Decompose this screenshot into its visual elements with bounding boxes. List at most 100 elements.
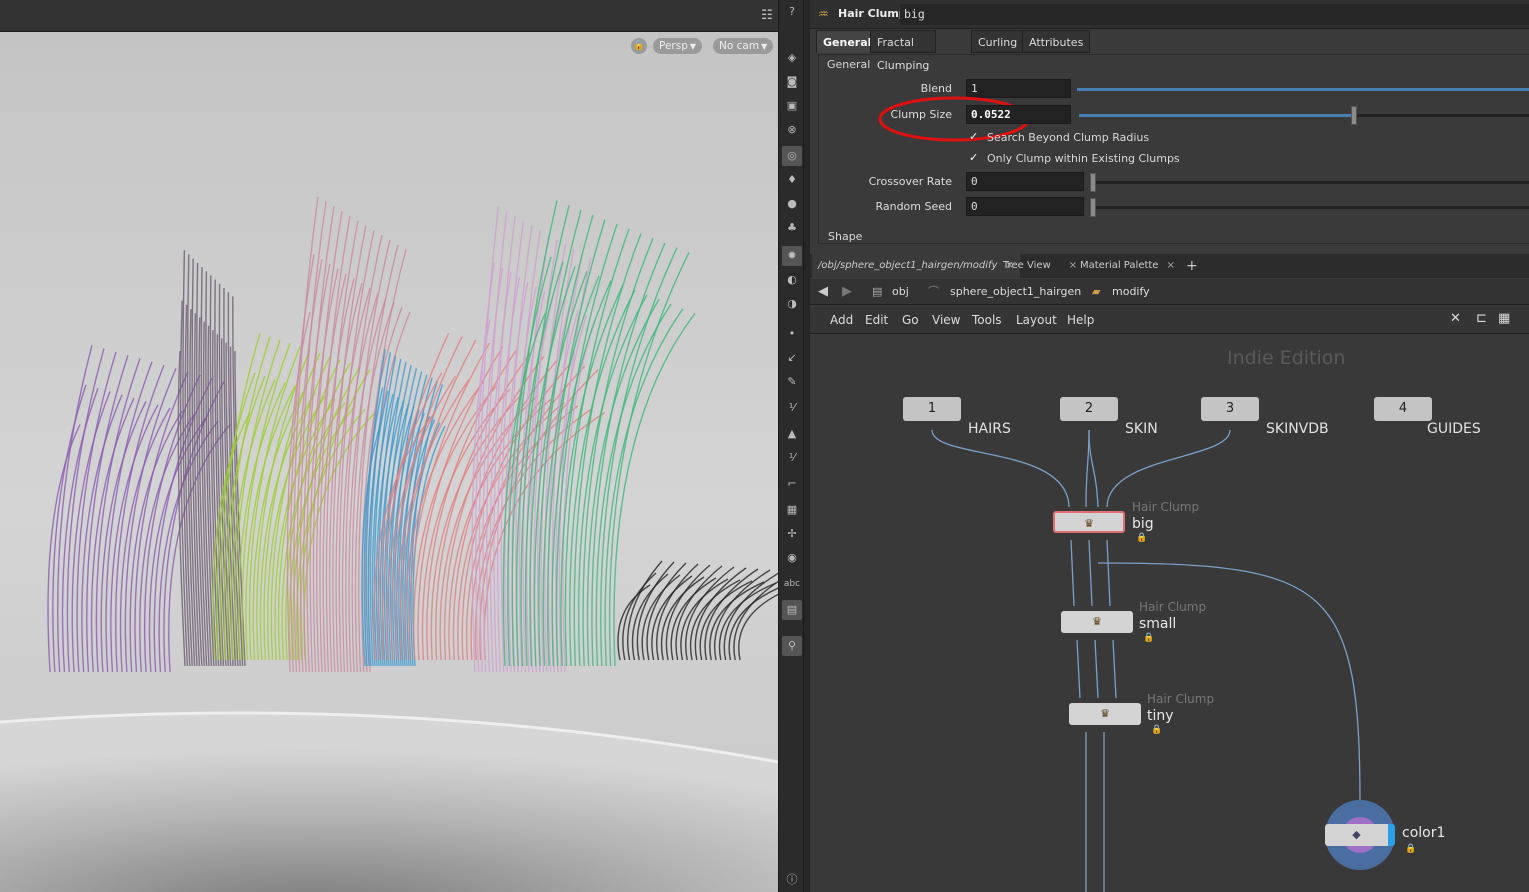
tab-attributes[interactable]: Attributes <box>1022 30 1091 53</box>
menu-layout[interactable]: Layout <box>1016 313 1057 327</box>
parameter-pane: ♒ Hair Clump big General Fractal Clumpin… <box>810 0 1529 252</box>
tree-icon[interactable]: ⊏ <box>1476 311 1487 326</box>
input-1-box[interactable]: 1 <box>903 397 961 421</box>
bulb-icon[interactable]: ● <box>782 194 802 214</box>
camera-menu-button[interactable]: No cam ▼ <box>713 38 774 54</box>
crossover-rate-slider[interactable] <box>1090 173 1529 192</box>
node-type-label: Hair Clump <box>1132 500 1200 514</box>
viewport-lock-icon[interactable]: 🔓 <box>631 38 647 54</box>
geo-b-icon[interactable]: ◑ <box>782 294 802 314</box>
clump-size-slider-knob[interactable] <box>1351 106 1358 125</box>
image-icon[interactable]: ▤ <box>782 600 802 620</box>
random-seed-slider[interactable] <box>1090 198 1529 217</box>
shape-folder-label[interactable]: Shape <box>828 230 862 243</box>
input-3-box[interactable]: 3 <box>1201 397 1259 421</box>
node-hair-clump-big[interactable]: ♛ <box>1053 511 1125 533</box>
pin-icon[interactable]: ⚲ <box>782 636 802 656</box>
brush-icon[interactable]: ✎ <box>782 372 802 392</box>
hairgen-icon: ⌒ <box>928 285 939 298</box>
network-menu-bar: Add Edit Go View Tools Layout Help ✕ ⊏ ▦ <box>810 307 1529 334</box>
forward-icon[interactable]: ▶ <box>842 283 852 301</box>
input-1-label: HAIRS <box>968 421 1011 437</box>
grid-icon[interactable]: ▦ <box>782 500 802 520</box>
ring-icon[interactable]: ◉ <box>782 548 802 568</box>
hair-render-canvas[interactable] <box>0 32 778 892</box>
node-name-field[interactable]: big <box>900 4 1529 25</box>
node-graph-canvas[interactable]: Indie Edition 1 HAIRS 2 SKIN 3 SKINVDB 4… <box>810 335 1529 892</box>
point-icon[interactable]: ↙ <box>782 348 802 368</box>
lock-icon[interactable]: 🔒 <box>1405 844 1416 854</box>
input-4-box[interactable]: 4 <box>1374 397 1432 421</box>
crossover-slider-knob[interactable] <box>1090 173 1096 192</box>
display-options-icon[interactable]: ☷ <box>758 7 776 25</box>
snap-icon[interactable]: ⊗ <box>782 120 802 140</box>
crossover-rate-field[interactable]: 0 <box>966 172 1084 191</box>
lock-icon[interactable]: 🔒 <box>1136 533 1147 543</box>
clump-size-slider[interactable] <box>1079 106 1529 125</box>
add-tab-button[interactable]: + <box>1180 254 1204 278</box>
camera-label: No cam <box>719 40 760 52</box>
paint-icon[interactable]: ▲ <box>782 424 802 444</box>
render-icon[interactable]: ✹ <box>782 246 802 266</box>
node-name-label[interactable]: small <box>1139 616 1176 632</box>
random-seed-slider-knob[interactable] <box>1090 198 1096 217</box>
input-2-box[interactable]: 2 <box>1060 397 1118 421</box>
modify-icon: ▰ <box>1092 285 1101 298</box>
back-icon[interactable]: ◀ <box>818 283 828 301</box>
color-icon: ◆ <box>1352 828 1361 841</box>
viewport-3d[interactable]: ☷ ? 🔓 Persp▼ No cam▼ <box>0 0 778 892</box>
view-icon[interactable]: ◈ <box>782 48 802 68</box>
node-hair-clump-small[interactable]: ♛ <box>1061 611 1133 633</box>
tab-modify-path[interactable]: /obj/sphere_object1_hairgen/modify × <box>812 254 1020 278</box>
num12-icon[interactable]: ⅟ <box>782 398 802 418</box>
lock-icon[interactable]: 🔒 <box>1143 633 1154 643</box>
menu-tools[interactable]: Tools <box>972 313 1002 327</box>
lights-icon[interactable]: ♣ <box>782 218 802 238</box>
menu-add[interactable]: Add <box>830 313 853 327</box>
lock-icon[interactable]: 🔒 <box>1151 725 1162 735</box>
menu-go[interactable]: Go <box>902 313 919 327</box>
chevron-down-icon: ▼ <box>761 42 768 51</box>
sheet-icon[interactable]: ▦ <box>1498 311 1510 326</box>
lock-icon[interactable]: ▣ <box>782 96 802 116</box>
dots-icon[interactable]: • <box>782 324 802 344</box>
wrench-icon[interactable]: ✕ <box>1450 311 1461 326</box>
node-hair-clump-tiny[interactable]: ♛ <box>1069 703 1141 725</box>
close-icon[interactable]: × <box>1166 260 1174 271</box>
search-beyond-checkbox[interactable]: ✓ <box>969 131 981 143</box>
tab-curling[interactable]: Curling <box>971 30 1025 53</box>
tab-tree-view[interactable]: Tree View × <box>997 254 1083 278</box>
node-color1[interactable]: ◆ <box>1325 824 1395 846</box>
node-name-label[interactable]: color1 <box>1402 825 1445 841</box>
light-icon[interactable]: ♦ <box>782 170 802 190</box>
node-type-label: Hair Clump <box>1147 692 1215 706</box>
path-modify[interactable]: modify <box>1112 283 1150 301</box>
help-icon[interactable]: ? <box>782 2 802 22</box>
node-name-label[interactable]: tiny <box>1147 708 1174 724</box>
input-2-label: SKIN <box>1125 421 1158 437</box>
path-obj[interactable]: obj <box>892 283 909 301</box>
curve-icon[interactable]: ⌐ <box>782 474 802 494</box>
info-icon[interactable]: ⓘ <box>782 870 802 890</box>
menu-help[interactable]: Help <box>1067 313 1094 327</box>
tab-material-palette[interactable]: Material Palette × <box>1074 254 1181 278</box>
random-seed-field[interactable]: 0 <box>966 197 1084 216</box>
folder-icon: ▤ <box>872 285 883 298</box>
node-name-label[interactable]: big <box>1132 516 1154 532</box>
num12b-icon[interactable]: ⅟ <box>782 448 802 468</box>
blend-slider[interactable] <box>1077 88 1529 91</box>
abc-icon[interactable]: abc <box>782 574 802 594</box>
clump-size-slider-fill <box>1079 114 1355 117</box>
clump-size-field[interactable]: 0.0522 <box>966 105 1071 124</box>
clump-size-label: Clump Size <box>890 108 952 121</box>
menu-view[interactable]: View <box>932 313 960 327</box>
menu-edit[interactable]: Edit <box>865 313 888 327</box>
persp-menu-button[interactable]: Persp ▼ <box>653 38 703 54</box>
handle-icon[interactable]: ✢ <box>782 524 802 544</box>
path-sphere-object[interactable]: sphere_object1_hairgen <box>950 283 1081 301</box>
tab-fractal-clumping[interactable]: Fractal Clumping <box>870 30 937 72</box>
select-icon[interactable]: ◎ <box>782 146 802 166</box>
camera-icon[interactable]: ◙ <box>782 72 802 92</box>
only-clump-checkbox[interactable]: ✓ <box>969 152 981 164</box>
geo-icon[interactable]: ◐ <box>782 270 802 290</box>
